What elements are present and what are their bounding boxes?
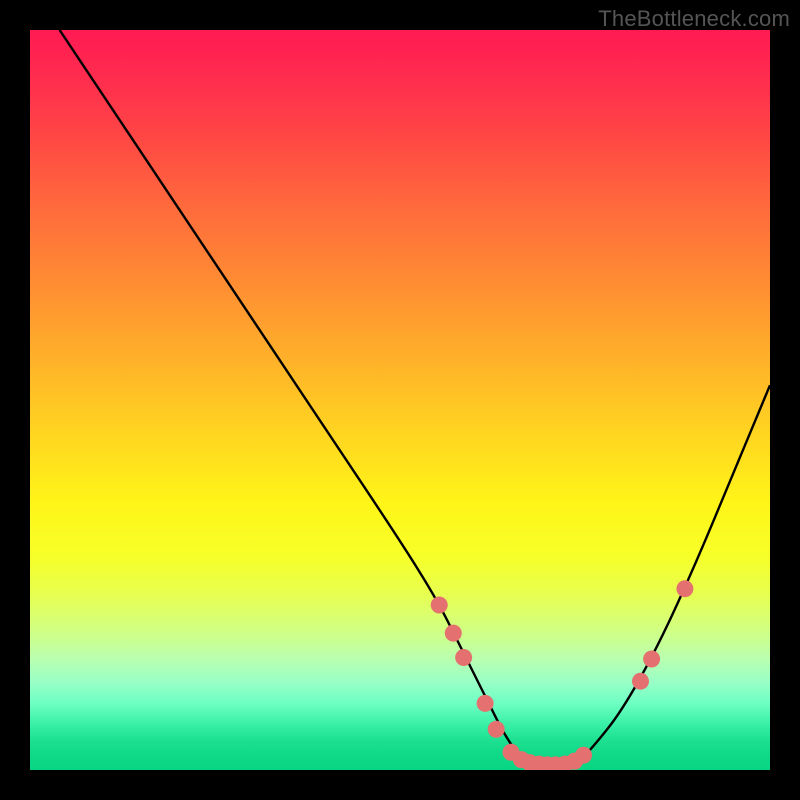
marker-dot — [632, 673, 649, 690]
marker-dot — [643, 651, 660, 668]
curve-layer — [30, 30, 770, 770]
chart-frame: TheBottleneck.com — [0, 0, 800, 800]
marker-dot — [455, 649, 472, 666]
marker-dot — [575, 747, 592, 764]
marker-dot — [431, 596, 448, 613]
marker-dot — [445, 625, 462, 642]
marker-dot — [488, 721, 505, 738]
watermark-text: TheBottleneck.com — [598, 6, 790, 32]
marker-dot — [477, 695, 494, 712]
plot-area — [30, 30, 770, 770]
curve-markers — [431, 580, 694, 770]
marker-dot — [676, 580, 693, 597]
bottleneck-curve — [60, 30, 770, 766]
